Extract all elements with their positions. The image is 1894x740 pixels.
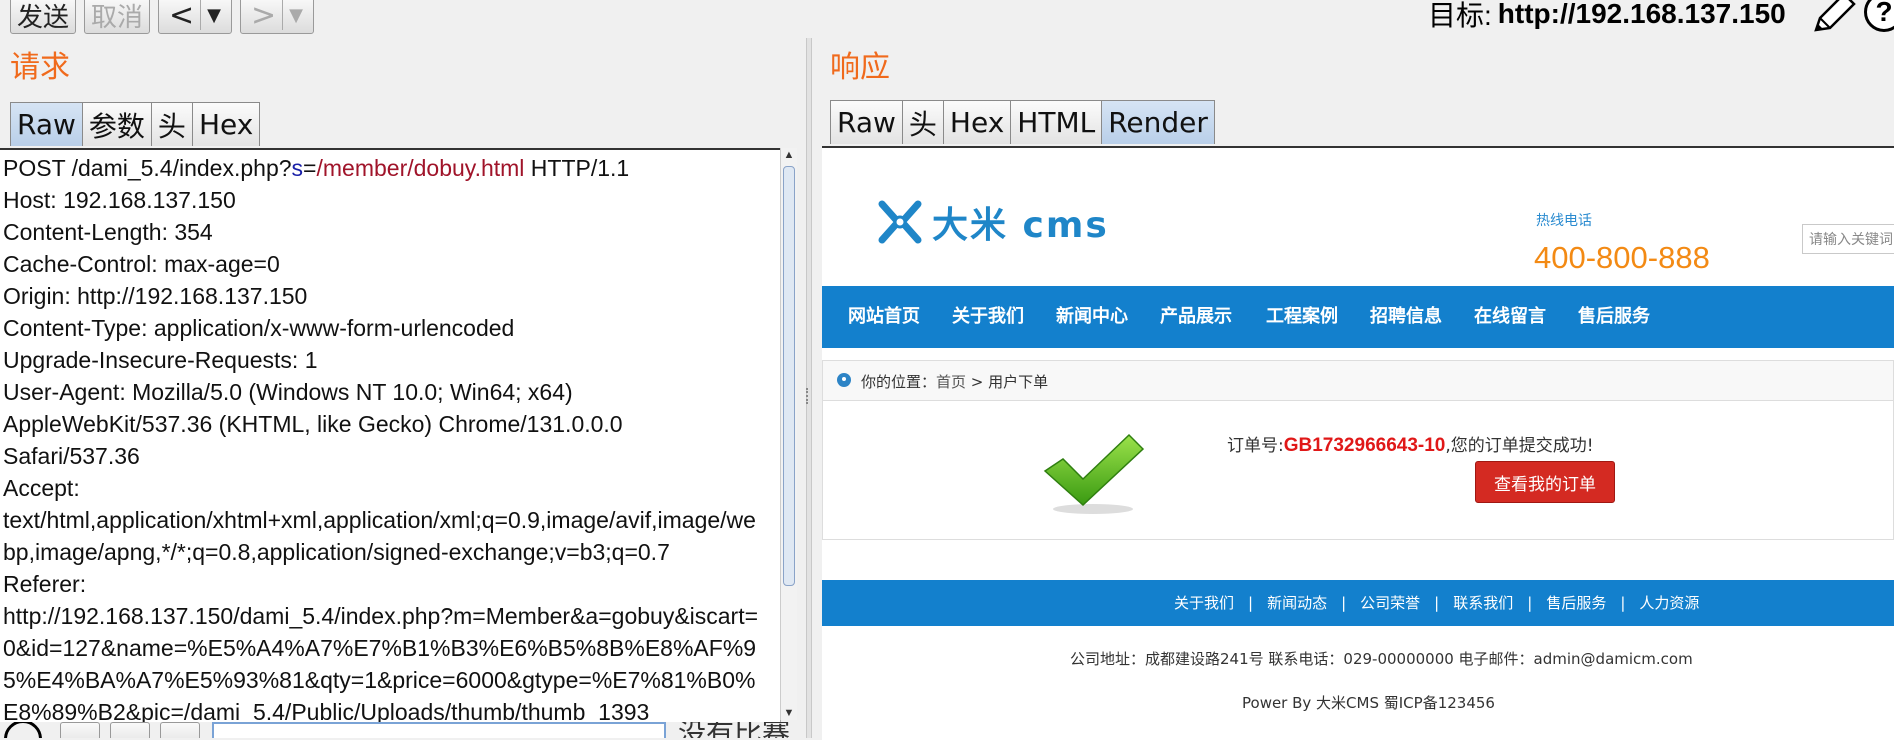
footer-link-news[interactable]: 新闻动态 xyxy=(1267,594,1327,612)
back-icon: < xyxy=(169,0,195,33)
footer-link-hr[interactable]: 人力资源 xyxy=(1639,594,1699,612)
help-icon[interactable]: ? xyxy=(1864,0,1894,32)
request-search-bar: 没有比赛 xyxy=(0,722,800,738)
breadcrumb-text: 你的位置：首页 > 用户下单 xyxy=(861,371,1048,392)
footer-link-honors[interactable]: 公司荣誉 xyxy=(1360,594,1420,612)
location-icon xyxy=(837,373,851,387)
scroll-up-icon[interactable]: ▲ xyxy=(781,148,797,162)
footer-links: 关于我们 | 新闻动态 | 公司荣誉 | 联系我们 | 售后服务 | 人力资源 xyxy=(1174,594,1700,612)
order-message: 订单号:GB1732966643-10,您的订单提交成功! xyxy=(1227,431,1594,457)
order-success-text: ,您的订单提交成功! xyxy=(1445,436,1594,456)
footer-nav: 关于我们 | 新闻动态 | 公司荣誉 | 联系我们 | 售后服务 | 人力资源 xyxy=(822,580,1894,626)
breadcrumb-separator: > xyxy=(966,373,989,391)
request-scrollbar[interactable]: ▲ ▼ xyxy=(780,148,797,720)
back-dropdown-icon[interactable]: ▼ xyxy=(207,5,221,26)
forward-button[interactable]: > ▼ xyxy=(240,0,314,34)
target-host: 目标: http://192.168.137.150 xyxy=(1428,0,1786,32)
tab-response-hex[interactable]: Hex xyxy=(942,100,1012,144)
logo-mark-icon xyxy=(878,200,922,244)
tab-request-params[interactable]: 参数 xyxy=(81,102,152,146)
nav-item-home[interactable]: 网站首页 xyxy=(848,286,920,348)
request-editor[interactable]: POST /dami_5.4/index.php?s=/member/dobuy… xyxy=(0,148,781,722)
site-main-nav: 网站首页 关于我们 新闻中心 产品展示 工程案例 招聘信息 在线留言 售后服务 xyxy=(822,286,1894,348)
view-my-orders-button[interactable]: 查看我的订单 xyxy=(1475,461,1615,503)
target-label: 目标: xyxy=(1428,0,1492,31)
hotline-number: 400-800-888 xyxy=(1534,240,1710,275)
search-status: 没有比赛 xyxy=(678,722,790,738)
logo-text: 大米 cms xyxy=(932,205,1109,246)
tab-response-raw[interactable]: Raw xyxy=(830,100,903,144)
breadcrumb: 你的位置：首页 > 用户下单 xyxy=(822,360,1894,400)
scroll-down-icon[interactable]: ▼ xyxy=(781,706,797,720)
send-button[interactable]: 发送 xyxy=(10,0,76,34)
search-input[interactable] xyxy=(212,722,666,738)
site-search-input[interactable]: 请输入关键词 xyxy=(1802,224,1894,254)
success-check-icon xyxy=(1043,433,1145,514)
search-add-button[interactable] xyxy=(110,722,150,738)
response-render-view: 大米 cms 热线电话 400-800-888 请输入关键词 网站首页 关于我们… xyxy=(822,146,1894,740)
request-tabs: Raw 参数 头 Hex xyxy=(10,102,261,146)
tab-request-headers[interactable]: 头 xyxy=(150,102,193,146)
order-prefix: 订单号: xyxy=(1227,436,1284,456)
hotline-label: 热线电话 xyxy=(1536,213,1592,229)
search-next-button[interactable] xyxy=(160,722,200,738)
tab-response-html[interactable]: HTML xyxy=(1010,100,1103,144)
request-headers-body: Host: 192.168.137.150 Content-Length: 35… xyxy=(3,187,759,722)
request-raw-text[interactable]: POST /dami_5.4/index.php?s=/member/dobuy… xyxy=(3,152,765,722)
site-logo[interactable]: 大米 cms xyxy=(878,196,1109,248)
footer-link-service[interactable]: 售后服务 xyxy=(1546,594,1606,612)
footer-link-about[interactable]: 关于我们 xyxy=(1174,594,1234,612)
edit-target-icon[interactable] xyxy=(1810,0,1858,34)
nav-item-news[interactable]: 新闻中心 xyxy=(1056,286,1128,348)
tab-response-render[interactable]: Render xyxy=(1101,100,1215,144)
search-prev-button[interactable] xyxy=(60,722,100,738)
response-tabs: Raw 头 Hex HTML Render xyxy=(830,100,1215,144)
breadcrumb-home-link[interactable]: 首页 xyxy=(936,373,966,391)
request-param-key: s xyxy=(291,155,304,181)
toolbar: 发送 取消 < ▼ > ▼ 目标: http://192.168.137.150… xyxy=(0,0,1894,38)
nav-item-jobs[interactable]: 招聘信息 xyxy=(1370,286,1442,348)
footer-address: 公司地址：成都建设路241号 联系电话：029-00000000 电子邮件：ad… xyxy=(1070,650,1693,668)
target-url: http://192.168.137.150 xyxy=(1497,0,1786,29)
nav-item-products[interactable]: 产品展示 xyxy=(1160,286,1232,348)
cancel-button[interactable]: 取消 xyxy=(84,0,150,34)
request-line-prefix: POST /dami_5.4/index.php? xyxy=(3,155,292,181)
splitter-grip-icon[interactable] xyxy=(806,388,812,404)
order-result-box: 订单号:GB1732966643-10,您的订单提交成功! 查看我的订单 xyxy=(822,400,1894,540)
breadcrumb-current: 用户下单 xyxy=(988,373,1049,391)
rendered-page: 大米 cms 热线电话 400-800-888 请输入关键词 网站首页 关于我们… xyxy=(822,148,1894,740)
forward-dropdown-icon[interactable]: ▼ xyxy=(289,5,303,26)
forward-icon: > xyxy=(251,0,277,33)
response-title: 响应 xyxy=(830,50,890,85)
back-button[interactable]: < ▼ xyxy=(158,0,232,34)
tab-response-headers[interactable]: 头 xyxy=(901,100,944,144)
nav-item-about[interactable]: 关于我们 xyxy=(952,286,1024,348)
search-help-icon[interactable] xyxy=(4,722,42,738)
footer-powered-by: Power By 大米CMS 蜀ICP备123456 xyxy=(1242,694,1495,712)
nav-item-guestbook[interactable]: 在线留言 xyxy=(1474,286,1546,348)
tab-request-hex[interactable]: Hex xyxy=(191,102,261,146)
footer-link-contact[interactable]: 联系我们 xyxy=(1453,594,1513,612)
request-param-value: /member/dobuy.html xyxy=(316,155,525,181)
request-title: 请求 xyxy=(10,50,70,85)
nav-item-cases[interactable]: 工程案例 xyxy=(1266,286,1338,348)
tab-request-raw[interactable]: Raw xyxy=(10,102,83,146)
request-param-eq: = xyxy=(303,155,317,181)
order-number: GB1732966643-10 xyxy=(1283,435,1446,456)
nav-item-service[interactable]: 售后服务 xyxy=(1578,286,1650,348)
breadcrumb-prefix: 你的位置： xyxy=(861,373,937,391)
scrollbar-thumb[interactable] xyxy=(783,166,795,586)
request-protocol: HTTP/1.1 xyxy=(524,155,630,181)
